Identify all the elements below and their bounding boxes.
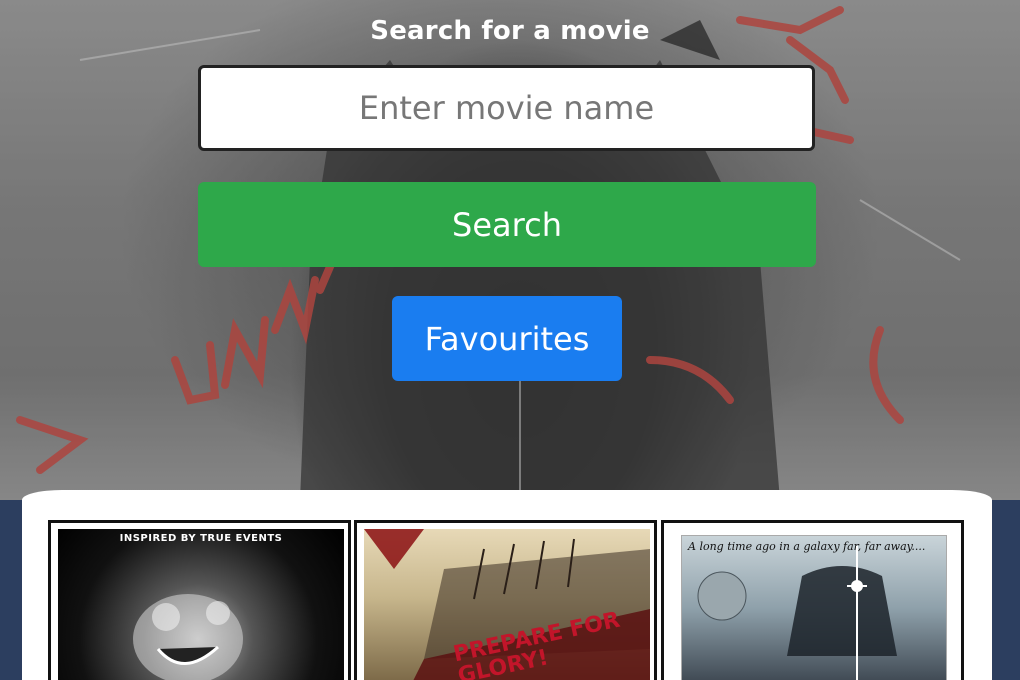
movie-card[interactable]: PREPARE FOR GLORY!	[354, 520, 657, 680]
movie-card[interactable]: INSPIRED BY TRUE EVENTS	[48, 520, 351, 680]
movie-search-input[interactable]	[198, 65, 815, 151]
hero-banner: Search for a movie Search Favourites	[0, 0, 1020, 500]
results-panel: INSPIRED BY TRUE EVENTS PREPARE FOR GLOR…	[22, 490, 992, 680]
poster-artwork: A long time ago in a galaxy far, far awa…	[681, 535, 947, 680]
movie-card[interactable]: A long time ago in a galaxy far, far awa…	[661, 520, 964, 680]
search-title: Search for a movie	[370, 16, 650, 46]
movie-poster[interactable]: INSPIRED BY TRUE EVENTS	[58, 529, 344, 680]
bear-illustration	[133, 594, 243, 680]
search-button[interactable]: Search	[198, 182, 816, 267]
movie-poster[interactable]: A long time ago in a galaxy far, far awa…	[671, 529, 957, 680]
favourites-button[interactable]: Favourites	[392, 296, 622, 381]
galaxy-illustration	[697, 546, 897, 680]
movie-poster[interactable]: PREPARE FOR GLORY!	[364, 529, 650, 680]
